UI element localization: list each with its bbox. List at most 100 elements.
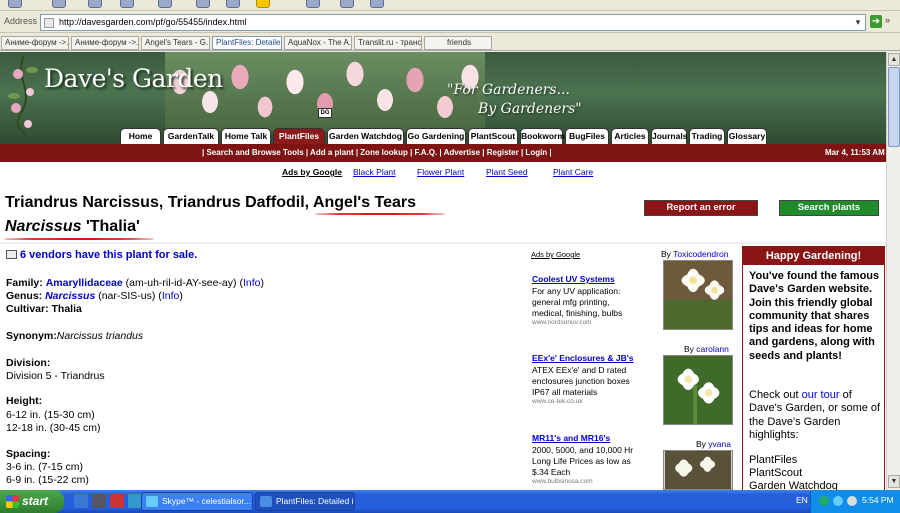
stop-icon[interactable]	[88, 0, 102, 8]
photo-credit-3: By yvana	[696, 439, 731, 449]
ad-title-3[interactable]: MR11's and MR16's	[532, 433, 610, 443]
photo-user-link[interactable]: yvana	[708, 439, 731, 449]
nav-bookworm[interactable]: Bookworm	[520, 128, 565, 144]
tab-6[interactable]: Translit.ru - трансл	[354, 36, 422, 50]
nav-home[interactable]: Home	[120, 128, 161, 144]
ads-header[interactable]: Ads by Google	[531, 250, 580, 259]
taskbar-window-skype[interactable]: Skype™ - celestialsor...	[141, 492, 253, 511]
edit-icon[interactable]	[370, 0, 384, 8]
photo-user-link[interactable]: Toxicodendron	[673, 249, 728, 259]
tab-5[interactable]: AquaNox - The A...	[284, 36, 352, 50]
division-value: Division 5 - Triandrus	[6, 370, 105, 382]
genus-link[interactable]: Narcissus	[45, 290, 95, 302]
nav-journals[interactable]: Journals	[651, 128, 687, 144]
vertical-scrollbar[interactable]: ▲ ▼	[886, 52, 900, 490]
daffodil-photo-2[interactable]	[663, 355, 733, 425]
browser-icon	[260, 496, 272, 507]
photo-user-link[interactable]: carolann	[696, 344, 729, 354]
family-link[interactable]: Amaryllidaceae	[46, 277, 123, 289]
scroll-thumb[interactable]	[888, 67, 900, 147]
site-logo[interactable]: Dave's Garden	[44, 64, 223, 93]
tab-3[interactable]: Angel's Tears - G...	[141, 36, 210, 50]
start-button[interactable]: start	[0, 490, 64, 513]
tray-icon[interactable]	[819, 496, 829, 506]
ad-line: ATEX EEx'e' and D rated	[532, 365, 627, 375]
tab-1[interactable]: Аниме-форум ->...	[1, 36, 69, 50]
tab-2[interactable]: Аниме-форум ->...	[71, 36, 139, 50]
nav-articles[interactable]: Articles	[611, 128, 649, 144]
genus-row: Genus: Narcissus (nar-SIS-us) (Info)	[6, 290, 183, 302]
go-button[interactable]: ➜	[870, 15, 882, 28]
sub-nav-links[interactable]: | Search and Browse Tools | Add a plant …	[202, 144, 552, 162]
search-plants-button[interactable]: Search plants	[779, 200, 879, 216]
favorites-icon[interactable]	[226, 0, 240, 8]
nav-glossary[interactable]: Glossary	[727, 128, 767, 144]
division-heading: Division:	[6, 357, 50, 369]
sidebar-link-plantscout[interactable]: PlantScout	[749, 467, 881, 480]
nav-plantfiles[interactable]: PlantFiles	[273, 128, 325, 144]
synonym-label: Synonym:	[6, 330, 57, 342]
family-info-link[interactable]: Info	[243, 277, 261, 289]
app-icon[interactable]	[110, 494, 124, 508]
synonym-row: Synonym:Narcissus triandus	[6, 330, 143, 342]
ads-by-google-label[interactable]: Ads by Google	[282, 167, 342, 177]
by-label: By	[696, 439, 709, 449]
browser-tabs: Аниме-форум ->... Аниме-форум ->... Ange…	[0, 35, 900, 51]
home-icon[interactable]	[158, 0, 172, 8]
nav-garden-watchdog[interactable]: Garden Watchdog	[327, 128, 404, 144]
ad-url-3[interactable]: www.bulbsinusa.com	[532, 478, 593, 485]
ie-icon[interactable]	[74, 494, 88, 508]
tab-7[interactable]: friends	[424, 36, 492, 50]
cultivar-value: Thalia	[48, 303, 82, 315]
daffodil-photo-1[interactable]	[663, 260, 733, 330]
ad-title-2[interactable]: EEx'e' Enclosures & JB's	[532, 353, 634, 363]
height-value-2: 12-18 in. (30-45 cm)	[6, 422, 101, 434]
nav-trading[interactable]: Trading	[689, 128, 725, 144]
by-label: By	[684, 344, 697, 354]
volume-icon[interactable]	[847, 496, 857, 506]
ad-title-1[interactable]: Coolest UV Systems	[532, 274, 615, 284]
app-icon[interactable]	[92, 494, 106, 508]
ad-link-flower-plant[interactable]: Flower Plant	[417, 167, 464, 177]
nav-go-gardening[interactable]: Go Gardening	[406, 128, 466, 144]
scroll-down-icon[interactable]: ▼	[888, 475, 900, 488]
nav-gardentalk[interactable]: GardenTalk	[163, 128, 219, 144]
nav-hometalk[interactable]: Home Talk	[221, 128, 271, 144]
taskbar-window-plantfiles[interactable]: PlantFiles: Detailed in...	[255, 492, 355, 511]
vine-icon	[8, 56, 38, 136]
chevron-down-icon[interactable]: ▾	[852, 16, 864, 29]
ad-url-1[interactable]: www.nordsonuv.com	[532, 319, 592, 326]
genus-label: Genus:	[6, 290, 43, 302]
back-icon[interactable]	[8, 0, 22, 8]
sidebar-link-plantfiles[interactable]: PlantFiles	[749, 454, 881, 467]
star-icon[interactable]	[256, 0, 270, 8]
plant-title-prefix: Triandrus Narcissus, Triandrus Daffodil,	[5, 194, 313, 211]
language-indicator[interactable]: EN	[796, 495, 808, 505]
forward-icon[interactable]	[52, 0, 66, 8]
ad-link-plant-care[interactable]: Plant Care	[553, 167, 593, 177]
ad-url-2[interactable]: www.ce-tek.co.uk	[532, 398, 583, 405]
nav-bugfiles[interactable]: BugFiles	[565, 128, 609, 144]
app-icon[interactable]	[128, 494, 142, 508]
search-icon[interactable]	[196, 0, 210, 8]
mail-icon[interactable]	[306, 0, 320, 8]
daffodil-photo-3[interactable]	[663, 450, 733, 490]
address-input[interactable]: http://davesgarden.com/pf/go/55455/index…	[40, 14, 866, 31]
tab-4-active[interactable]: PlantFiles: Detailed	[212, 36, 282, 50]
chevron-right-icon[interactable]: »	[885, 15, 890, 25]
report-error-button[interactable]: Report an error	[644, 200, 758, 216]
vendors-link[interactable]: 6 vendors have this plant for sale.	[20, 249, 197, 261]
synonym-value: Narcissus triandus	[56, 330, 144, 342]
sidebar-link-garden-watchdog[interactable]: Garden Watchdog	[749, 480, 881, 490]
division-label: Division:	[6, 357, 51, 369]
ad-link-plant-seed[interactable]: Plant Seed	[486, 167, 528, 177]
divider	[0, 242, 886, 244]
print-icon[interactable]	[340, 0, 354, 8]
scroll-up-icon[interactable]: ▲	[888, 53, 900, 66]
tray-icon[interactable]	[833, 496, 843, 506]
tour-link[interactable]: our tour	[802, 389, 840, 401]
nav-plantscout[interactable]: PlantScout	[468, 128, 518, 144]
refresh-icon[interactable]	[120, 0, 134, 8]
genus-info-link[interactable]: Info	[162, 290, 180, 302]
ad-link-black-plant[interactable]: Black Plant	[353, 167, 396, 177]
